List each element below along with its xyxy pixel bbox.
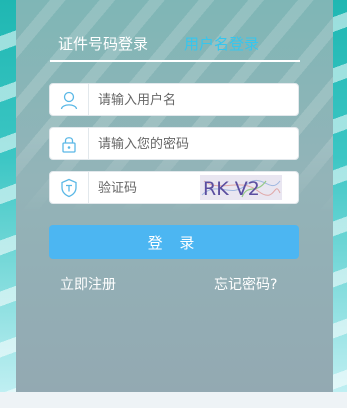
username-input[interactable] xyxy=(98,90,278,110)
register-link[interactable]: 立即注册 xyxy=(60,276,116,294)
login-tabs: 证件号码登录 用户名登录 xyxy=(50,34,300,62)
shield-icon xyxy=(50,172,89,203)
captcha-image[interactable]: RK V2 xyxy=(200,175,282,200)
login-button[interactable]: 登 录 xyxy=(49,225,299,259)
tab-username-login[interactable]: 用户名登录 xyxy=(184,34,259,54)
forgot-password-link[interactable]: 忘记密码? xyxy=(214,276,277,294)
captcha-input[interactable] xyxy=(98,178,194,198)
username-field xyxy=(49,83,299,116)
tab-id-login[interactable]: 证件号码登录 xyxy=(58,34,148,54)
captcha-field: RK V2 xyxy=(49,171,299,204)
password-field xyxy=(49,127,299,160)
password-input[interactable] xyxy=(98,134,278,154)
captcha-text: RK V2 xyxy=(203,178,260,200)
bottom-strip xyxy=(0,392,347,408)
user-icon xyxy=(50,84,89,115)
lock-icon xyxy=(50,128,89,159)
